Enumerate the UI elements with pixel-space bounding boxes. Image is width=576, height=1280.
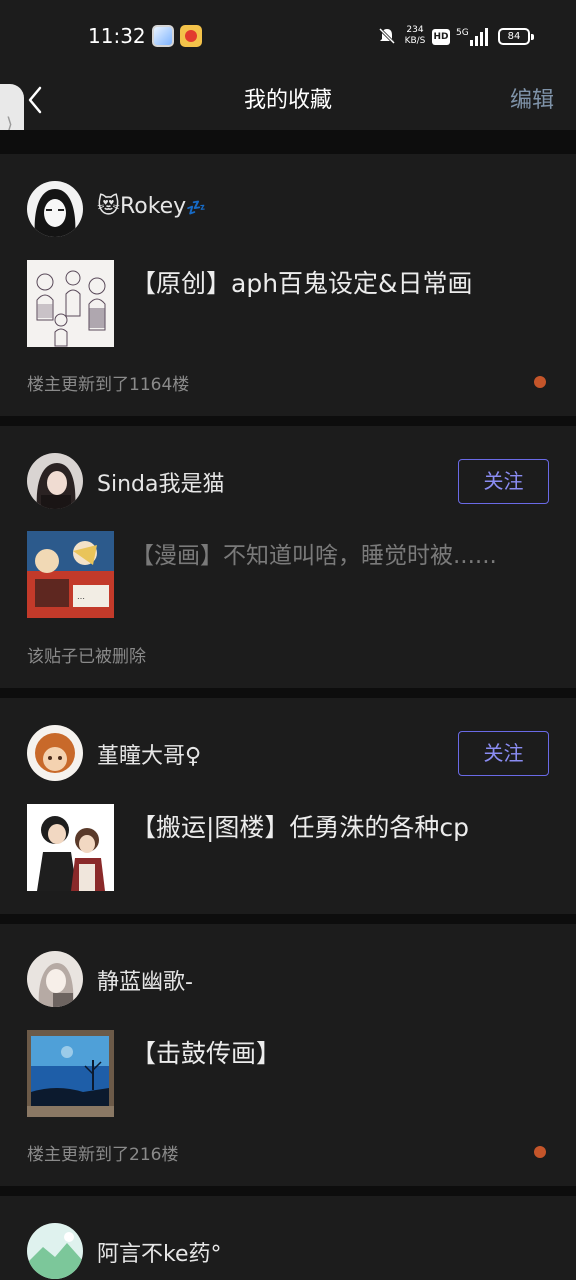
post-title[interactable]: 【漫画】不知道叫啥，睡觉时被...... [131,536,497,570]
avatar-image [27,181,83,237]
status-time: 11:32 [88,24,146,48]
favorites-list: 😻Rokey💤 【原创】aph百鬼设定&日常画 楼主更新到了1164楼 Sind… [0,130,576,1280]
post-meta: 楼主更新到了216楼 [27,1145,179,1165]
avatar-image [27,951,83,1007]
avatar-image [27,1223,83,1279]
emoji-cat-heart-eyes: 😻 [97,194,120,219]
thumbnail-image: … [27,531,114,618]
post-thumbnail[interactable]: … [27,531,114,618]
post-title[interactable]: 【击鼓传画】 [131,1034,281,1070]
status-indicators: 234 KB/S HD 5G 84 [378,24,538,50]
user-avatar[interactable] [27,951,83,1007]
network-speed-unit: KB/S [404,36,426,46]
signal-5g-icon: 5G [456,28,488,46]
favorite-post-card[interactable]: 静蓝幽歌- 【击鼓传画】 楼主更新到了216楼 [0,924,576,1186]
avatar-image [27,725,83,781]
thumbnail-image [27,804,114,891]
post-meta: 该贴子已被删除 [27,647,146,667]
notification-app-icon [152,25,174,47]
mute-bell-icon [378,27,396,45]
emoji-zzz: 💤 [186,198,207,217]
edit-button[interactable]: 编辑 [510,82,554,114]
post-meta: 楼主更新到了1164楼 [27,375,190,395]
favorite-post-card[interactable]: 阿言不ke药° [0,1196,576,1280]
post-title[interactable]: 【搬运|图楼】任勇洙的各种cp [131,808,469,844]
post-thumbnail[interactable] [27,804,114,891]
favorite-post-card[interactable]: 😻Rokey💤 【原创】aph百鬼设定&日常画 楼主更新到了1164楼 [0,154,576,416]
username[interactable]: 😻Rokey💤 [97,194,206,219]
username[interactable]: 阿言不ke药° [97,1236,222,1268]
username[interactable]: Sinda我是猫 [97,466,224,498]
post-thumbnail[interactable] [27,260,114,347]
follow-button[interactable]: 关注 [458,459,549,504]
hd-badge: HD [432,29,450,45]
follow-button[interactable]: 关注 [458,731,549,776]
user-avatar[interactable] [27,453,83,509]
username-text: Rokey [119,194,187,219]
network-speed: 234 KB/S [402,25,428,47]
thumbnail-image [27,260,114,347]
favorite-post-card[interactable]: 堇瞳大哥♀ 关注 【搬运|图楼】任勇洙的各种cp [0,698,576,914]
thumbnail-image [27,1030,114,1117]
network-speed-value: 234 [406,25,424,35]
battery-indicator: 84 [498,28,534,45]
favorite-post-card[interactable]: Sinda我是猫 关注 … 【漫画】不知道叫啥，睡觉时被...... 该贴子已被… [0,426,576,688]
user-avatar[interactable] [27,725,83,781]
network-type: 5G [456,28,469,38]
status-bar: 11:32 234 KB/S HD 5G 84 [0,0,576,72]
update-dot [534,1146,546,1158]
user-avatar[interactable] [27,1223,83,1279]
update-dot [534,376,546,388]
weibo-notification-icon [180,25,202,47]
post-title[interactable]: 【原创】aph百鬼设定&日常画 [131,264,473,300]
username[interactable]: 堇瞳大哥♀ [97,738,201,770]
user-avatar[interactable] [27,181,83,237]
username[interactable]: 静蓝幽歌- [97,964,193,996]
page-title: 我的收藏 [243,88,332,113]
svg-text:…: … [77,592,85,601]
nav-bar: 我的收藏 编辑 [0,72,576,130]
avatar-image [27,453,83,509]
post-thumbnail[interactable] [27,1030,114,1117]
